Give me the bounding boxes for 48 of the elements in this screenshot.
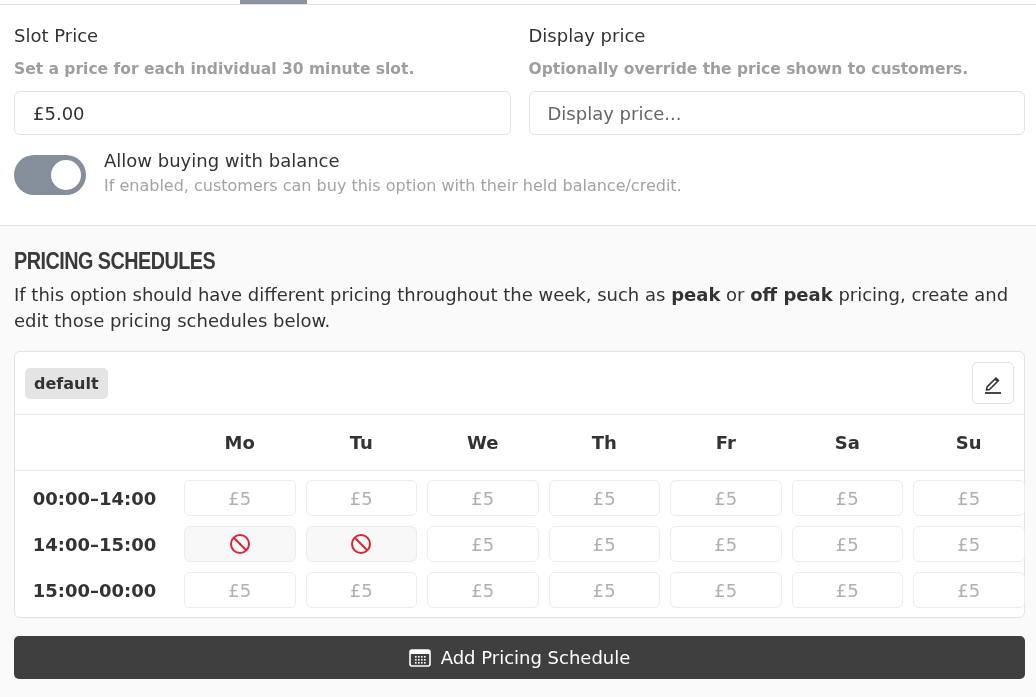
prohibited-icon [350,533,373,555]
price-cell[interactable]: £5 [305,480,417,516]
time-label: 00:00–14:00 [31,487,158,509]
price-cell[interactable]: £5 [427,480,539,516]
field-label: Display price [528,24,647,48]
calendar-icon [408,648,431,667]
price-cell[interactable]: £5 [791,480,903,516]
display-price-input[interactable]: Display price... [528,91,1025,135]
price-cell[interactable]: £5 [913,572,1025,608]
toggle-description: If enabled, customers can buy this option with their held balance/credit. [104,176,682,195]
price-cell[interactable]: £5 [548,526,660,562]
price-input[interactable]: £5.00 [14,91,511,135]
price-cell[interactable]: £5 [184,480,296,516]
day-header: Su [954,432,983,453]
price-cell[interactable]: £5 [184,572,296,608]
field-hint: Optionally override the price shown to customers. [528,59,970,79]
price-cell[interactable]: £5 [305,572,417,608]
schedule-tag: default [25,367,108,399]
field-label: Slot Price [14,24,100,48]
day-header: Mo [223,432,256,453]
price-cell[interactable]: £5 [427,572,539,608]
toggle-label: Allow buying with balance [104,150,341,172]
day-header: We [466,432,500,453]
price-cell[interactable]: £5 [670,480,782,516]
price-cell[interactable]: £5 [791,526,903,562]
day-header: Fr [714,432,737,453]
day-header: Sa [833,432,861,453]
price-cell[interactable]: £5 [670,526,782,562]
day-header: Tu [348,432,374,453]
blocked-cell[interactable] [305,526,417,562]
price-cell[interactable]: £5 [548,572,660,608]
day-header: Th [590,432,618,453]
time-label: 14:00–15:00 [31,533,158,555]
field-hint: Set a price for each individual 30 minute slot. [14,59,416,79]
time-label: 15:00–00:00 [31,579,158,601]
price-cell[interactable]: £5 [427,526,539,562]
section-heading: PRICING SCHEDULES [14,247,216,276]
price-cell[interactable]: £5 [670,572,782,608]
section-description: If this option should have different pricing throughout the week, such as peak or off peak pricing, create and edit those pricing schedules below. [14,283,1010,333]
toggle-switch[interactable] [14,155,86,195]
prohibited-icon [228,533,251,555]
price-cell[interactable]: £5 [913,526,1025,562]
price-cell[interactable]: £5 [913,480,1025,516]
price-cell[interactable]: £5 [548,480,660,516]
price-cell[interactable]: £5 [791,572,903,608]
blocked-cell[interactable] [184,526,296,562]
add-schedule-button[interactable]: Add Pricing Schedule [14,636,1025,679]
edit-button[interactable] [972,362,1014,404]
